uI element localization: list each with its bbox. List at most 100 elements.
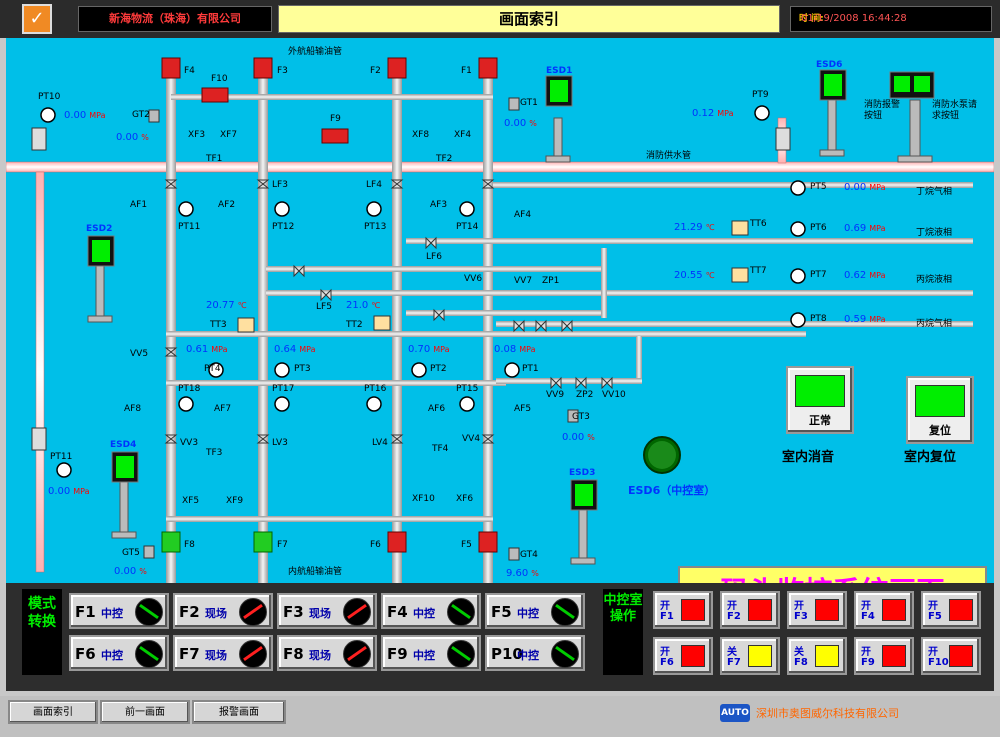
pt3-reading: 0.64 MPa [274,344,316,355]
mode-switch-title: 模式转换 [22,589,62,675]
mode-button-F8[interactable]: F8 现场 [277,635,377,671]
mode-button-F6[interactable]: F6 中控 [69,635,169,671]
control-switch-state: 开 [861,601,871,612]
valve-AF7: AF7 [214,404,232,414]
pt6-line: 丁烷液相 [916,228,953,238]
gauge-PI2-label: PT12 [272,222,295,232]
mode-button-F2[interactable]: F2 现场 [173,593,273,629]
pt1-name: PT1 [522,364,539,374]
control-switch-F6[interactable]: 开 F6 [653,637,713,675]
control-switch-lamp [748,599,772,621]
pt10-reading: 0.00 MPa [64,110,106,121]
reset-caption: 室内复位 [904,450,957,465]
control-switch-id: F4 [861,611,875,622]
control-switch-state: 开 [928,601,938,612]
mode-button-F4[interactable]: F4 中控 [381,593,481,629]
silence-button[interactable]: 正常 [786,366,854,434]
mode-button-F9[interactable]: F9 中控 [381,635,481,671]
reset-button[interactable]: 复位 [906,376,974,444]
mode-button-F7[interactable]: F7 现场 [173,635,273,671]
mode-button-mode: 中控 [413,649,435,662]
gt5-name: GT5 [122,548,140,558]
valve-ZP2: ZP2 [576,390,594,400]
mode-button-F1[interactable]: F1 中控 [69,593,169,629]
control-switch-F7[interactable]: 关 F7 [720,637,780,675]
control-switch-F8[interactable]: 关 F8 [787,637,847,675]
gt1-reading: 0.00% [504,118,537,129]
esd1-label: ESD1 [546,66,573,76]
valve-AF4: AF4 [514,210,532,220]
control-switch-state: 关 [727,647,737,658]
gauge-PI3-label: PT13 [364,222,387,232]
pt7-name: PT7 [810,270,827,280]
pt6-name: PT6 [810,223,827,233]
pt2-name: PT2 [430,364,447,374]
bottom-bar: 画面索引 前一画面 报警画面 AUTO 深圳市奥图威尔科技有限公司 [0,696,1000,737]
valve-VV3: VV3 [180,438,199,448]
pt8-name: PT8 [810,314,827,324]
mode-button-mode: 中控 [517,607,539,620]
pt2-reading: 0.70 MPa [408,344,450,355]
tt2-name: TT2 [346,320,363,330]
mode-state-dial-icon [343,640,371,668]
footer-company: 深圳市奥图威尔科技有限公司 [756,707,899,720]
gauge-PI4-label: PT14 [456,222,479,232]
mode-button-F5[interactable]: F5 中控 [485,593,585,629]
tt7-name: TT7 [750,266,767,276]
valve-XF5: XF5 [182,496,200,506]
pt5-reading: 0.00 MPa [844,182,886,193]
control-switch-F10[interactable]: 开 F10 [921,637,981,675]
nav-alarm-button[interactable]: 报警画面 [192,700,286,724]
nav-index-button[interactable]: 画面索引 [8,700,98,724]
control-switch-id: F2 [727,611,741,622]
control-switch-F3[interactable]: 开 F3 [787,591,847,629]
control-switch-lamp [949,599,973,621]
reset-indicator [915,385,965,417]
pt4-reading: 0.61 MPa [186,344,228,355]
mode-button-mode: 现场 [205,607,227,620]
esd3-label: ESD3 [569,468,596,478]
control-switch-id: F1 [660,611,674,622]
mode-button-mode: 现场 [309,649,331,662]
valve-XF8: XF8 [412,130,430,140]
control-switch-F4[interactable]: 开 F4 [854,591,914,629]
title-bar: ✓ 新海物流（珠海）有限公司 画面索引 时 间: 01/19/2008 16:4… [0,0,1000,38]
valve-VV5: VV5 [130,349,149,359]
gt3-reading: 0.00% [562,432,595,443]
gauge-PI1-label: PT11 [178,222,201,232]
valve-TF2: TF2 [436,154,453,164]
valve-XF9: XF9 [226,496,244,506]
gauge-PI8-label: PT18 [178,384,201,394]
valve-LV3: LV3 [272,438,288,448]
valve-F3-label: F3 [277,66,288,76]
mode-state-dial-icon [343,598,371,626]
control-switch-id: F7 [727,657,741,668]
control-switch-lamp [949,645,973,667]
control-switch-F5[interactable]: 开 F5 [921,591,981,629]
control-switch-id: F5 [928,611,942,622]
valve-F10-label: F10 [211,74,228,84]
pt11-name: PT11 [50,452,73,462]
mode-button-F3[interactable]: F3 现场 [277,593,377,629]
mode-button-P10[interactable]: P10 中控 [485,635,585,671]
screen-title: 画面索引 [278,5,780,33]
control-switch-F2[interactable]: 开 F2 [720,591,780,629]
mode-button-id: F8 [283,645,304,663]
gt3-name: GT3 [572,412,590,422]
control-switch-F1[interactable]: 开 F1 [653,591,713,629]
gt2-name: GT2 [132,110,150,120]
valve-LF3: LF3 [272,180,288,190]
valve-LF6: LF6 [426,252,442,262]
control-switch-F9[interactable]: 开 F9 [854,637,914,675]
esd6-control-room-button[interactable] [642,435,682,475]
control-switch-lamp [748,645,772,667]
pt3-name: PT3 [294,364,311,374]
company-logo: ✓ [22,4,52,34]
esd6-label: ESD6 [816,60,843,70]
control-switch-lamp [815,599,839,621]
mode-button-id: F9 [387,645,408,663]
valve-AF1: AF1 [130,200,148,210]
mode-button-id: F4 [387,603,408,621]
nav-prev-button[interactable]: 前一画面 [100,700,190,724]
time-value: 01/19/2008 16:44:28 [801,13,907,24]
